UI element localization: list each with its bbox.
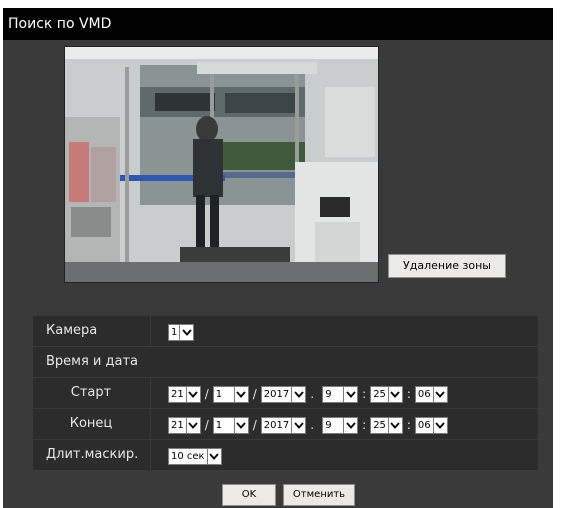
end-hour-select[interactable]: 9	[322, 416, 359, 434]
end-label: Конец	[69, 416, 113, 431]
start-minute-select[interactable]: 25	[370, 385, 403, 403]
mask-duration-select[interactable]: 10 сек	[168, 447, 222, 465]
time-separator: :	[406, 386, 411, 401]
cancel-button[interactable]: Отменить	[283, 484, 355, 506]
row-divider	[150, 378, 151, 408]
camera-snapshot-image	[65, 47, 378, 282]
ok-button[interactable]: OK	[222, 484, 276, 506]
date-separator: /	[252, 386, 257, 401]
chevron-down-icon	[206, 448, 221, 464]
time-separator: :	[362, 386, 367, 401]
chevron-down-icon	[432, 386, 447, 402]
datetime-header-row: Время и дата	[33, 347, 538, 377]
end-minute-select[interactable]: 25	[370, 416, 403, 434]
chevron-down-icon	[233, 386, 248, 402]
row-divider	[150, 440, 151, 470]
end-day-select[interactable]: 21	[168, 416, 201, 434]
delete-zone-button[interactable]: Удаление зоны	[388, 254, 506, 278]
date-separator: /	[252, 417, 257, 432]
camera-row: Камера 1	[33, 316, 538, 346]
row-divider	[150, 316, 151, 346]
dialog-title: Поиск по VMD	[8, 16, 112, 32]
start-hour-select[interactable]: 9	[322, 385, 359, 403]
start-year-select[interactable]: 2017	[260, 385, 307, 403]
start-month-select[interactable]: 1	[212, 385, 249, 403]
mask-duration-row: Длит.маскир. 10 сек	[33, 440, 538, 470]
date-separator: /	[204, 417, 209, 432]
end-year-select[interactable]: 2017	[260, 416, 307, 434]
chevron-down-icon	[185, 386, 200, 402]
chevron-down-icon	[233, 417, 248, 433]
end-row: Конец 21 / 1 / 2017 . 9 : 25 : 06	[33, 409, 538, 439]
title-bar: Поиск по VMD	[3, 8, 553, 40]
end-month-select[interactable]: 1	[212, 416, 249, 434]
chevron-down-icon	[343, 386, 358, 402]
start-second-select[interactable]: 06	[414, 385, 448, 403]
chevron-down-icon	[291, 417, 306, 433]
search-form: Камера 1 Время и дата Старт 21 / 1 / 201…	[33, 316, 538, 471]
time-separator: :	[406, 417, 411, 432]
chevron-down-icon	[179, 324, 194, 340]
end-second-select[interactable]: 06	[414, 416, 448, 434]
time-separator: :	[362, 417, 367, 432]
start-label: Старт	[70, 385, 112, 400]
datetime-separator: .	[310, 386, 315, 401]
date-separator: /	[204, 386, 209, 401]
chevron-down-icon	[343, 417, 358, 433]
chevron-down-icon	[291, 386, 306, 402]
start-row: Старт 21 / 1 / 2017 . 9 : 25 : 06	[33, 378, 538, 408]
mask-duration-label: Длит.маскир.	[46, 447, 139, 462]
row-divider	[150, 409, 151, 439]
chevron-down-icon	[387, 386, 402, 402]
camera-select[interactable]: 1	[168, 323, 195, 341]
chevron-down-icon	[387, 417, 402, 433]
chevron-down-icon	[185, 417, 200, 433]
datetime-separator: .	[310, 417, 315, 432]
camera-image[interactable]	[64, 46, 379, 283]
datetime-label: Время и дата	[46, 354, 139, 369]
chevron-down-icon	[432, 417, 447, 433]
camera-label: Камера	[46, 323, 98, 338]
start-day-select[interactable]: 21	[168, 385, 201, 403]
